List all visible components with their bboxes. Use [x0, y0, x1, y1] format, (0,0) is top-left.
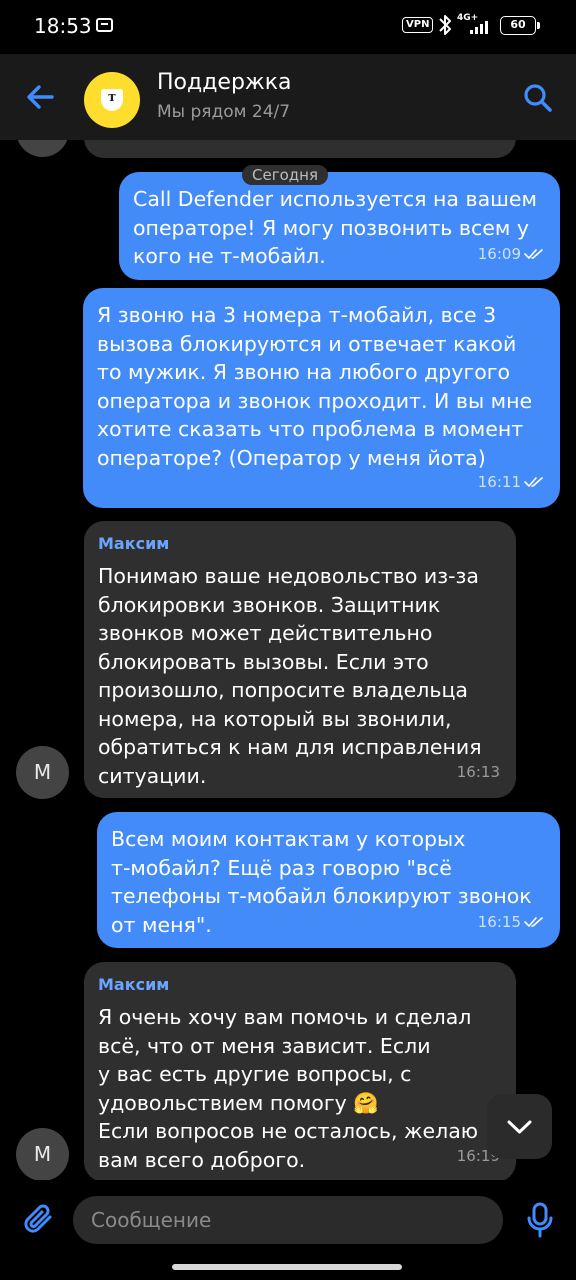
message-time: 16:13 [456, 762, 500, 781]
sender-name[interactable]: Максим [98, 534, 502, 554]
chat-title[interactable]: Поддержка [157, 70, 292, 95]
vpn-icon: VPN [402, 17, 434, 33]
support-logo-avatar[interactable]: т [84, 72, 140, 128]
message-list[interactable]: Сегодня Call Defender используется на ва… [0, 140, 576, 1180]
battery-icon: 60 [500, 16, 540, 35]
message-text: Я звоню на 3 номера т-мобайл, все 3 вызо… [97, 303, 533, 470]
message-input[interactable] [73, 1196, 503, 1244]
home-indicator[interactable] [172, 1264, 402, 1270]
date-divider: Сегодня [242, 165, 328, 185]
sender-name[interactable]: Максим [98, 975, 502, 995]
chat-subtitle: Мы рядом 24/7 [157, 102, 291, 122]
chevron-down-icon [507, 1120, 532, 1134]
message-meta: 16:15 [478, 908, 544, 937]
back-arrow-icon[interactable] [22, 80, 58, 114]
notification-message-icon [96, 18, 113, 32]
message-input-bar [0, 1180, 576, 1280]
sender-avatar[interactable]: М [16, 746, 69, 799]
message-time: 16:09 [477, 244, 521, 263]
message-meta: 16:09 [478, 240, 544, 269]
message-time: 16:11 [477, 472, 521, 491]
chat-header: т Поддержка Мы рядом 24/7 [0, 54, 576, 140]
message-bubble-outgoing[interactable]: Всем моим контактам у которых т-мобайл? … [97, 812, 560, 948]
signal-icon [470, 21, 488, 34]
sender-avatar-partial [16, 140, 69, 157]
status-bar: 18:53 VPN 4G+ 60 [0, 0, 576, 54]
double-check-icon [524, 248, 543, 259]
sender-avatar[interactable]: М [16, 1128, 69, 1180]
message-bubble-incoming[interactable]: Максим Понимаю ваше недовольство из-за б… [84, 521, 516, 798]
message-meta: 16:13 [457, 758, 500, 787]
message-text: Понимаю ваше недовольство из-за блокиров… [98, 564, 482, 788]
bluetooth-icon [439, 15, 451, 35]
microphone-icon[interactable] [526, 1202, 554, 1238]
message-text: Я очень хочу вам помочь и сделал всё, чт… [98, 1005, 479, 1172]
logo-letter: т [107, 90, 117, 105]
message-bubble-partial [84, 140, 516, 158]
double-check-icon [524, 476, 543, 487]
shield-logo-icon: т [101, 89, 123, 111]
message-time: 16:15 [477, 912, 521, 931]
double-check-icon [524, 916, 543, 927]
search-icon[interactable] [522, 82, 554, 114]
status-time: 18:53 [34, 14, 92, 38]
message-bubble-incoming[interactable]: Максим Я очень хочу вам помочь и сделал … [84, 962, 516, 1180]
paperclip-icon[interactable] [22, 1202, 56, 1236]
message-bubble-outgoing[interactable]: Call Defender используется на вашем опер… [119, 172, 560, 280]
message-meta: 16:11 [478, 468, 544, 497]
scroll-to-bottom-button[interactable] [487, 1094, 552, 1159]
message-bubble-outgoing[interactable]: Я звоню на 3 номера т-мобайл, все 3 вызо… [83, 288, 560, 508]
